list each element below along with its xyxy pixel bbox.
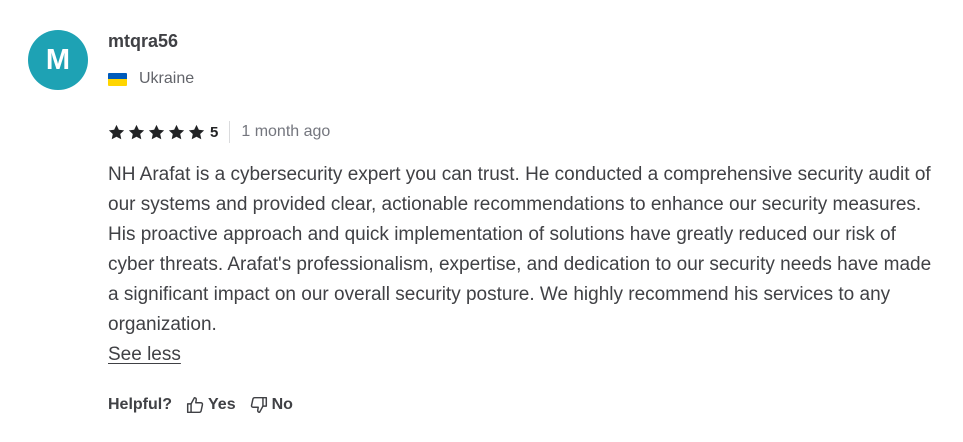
helpful-no-label: No: [271, 396, 293, 413]
reviewer-username: mtqra56: [108, 31, 179, 51]
star-icon: [188, 124, 205, 139]
thumbs-down-icon: [250, 396, 267, 414]
rating-value: 5: [210, 123, 219, 141]
star-icon: [148, 124, 165, 139]
country-name: Ukraine: [139, 70, 195, 87]
star-rating: [108, 124, 208, 141]
rating-row: 5 1 month ago: [108, 121, 330, 143]
ukraine-flag-icon: [108, 72, 127, 86]
star-icon: [108, 124, 125, 139]
helpful-yes-button[interactable]: Yes: [186, 396, 236, 414]
helpful-no-button[interactable]: No: [250, 396, 293, 414]
reviewer-country: Ukraine: [108, 70, 194, 88]
helpful-yes-label: Yes: [208, 396, 236, 413]
review-time: 1 month ago: [241, 123, 331, 140]
review-text: NH Arafat is a cybersecurity expert you …: [108, 164, 932, 335]
divider: [229, 121, 231, 143]
avatar-letter: M: [45, 43, 71, 76]
see-less-link[interactable]: See less: [108, 340, 181, 370]
star-icon: [168, 124, 185, 139]
thumbs-up-icon: [186, 396, 204, 414]
helpful-label: Helpful?: [108, 396, 172, 413]
avatar[interactable]: M: [28, 30, 88, 90]
helpful-row: Helpful? Yes No: [108, 394, 307, 416]
star-icon: [128, 124, 145, 139]
